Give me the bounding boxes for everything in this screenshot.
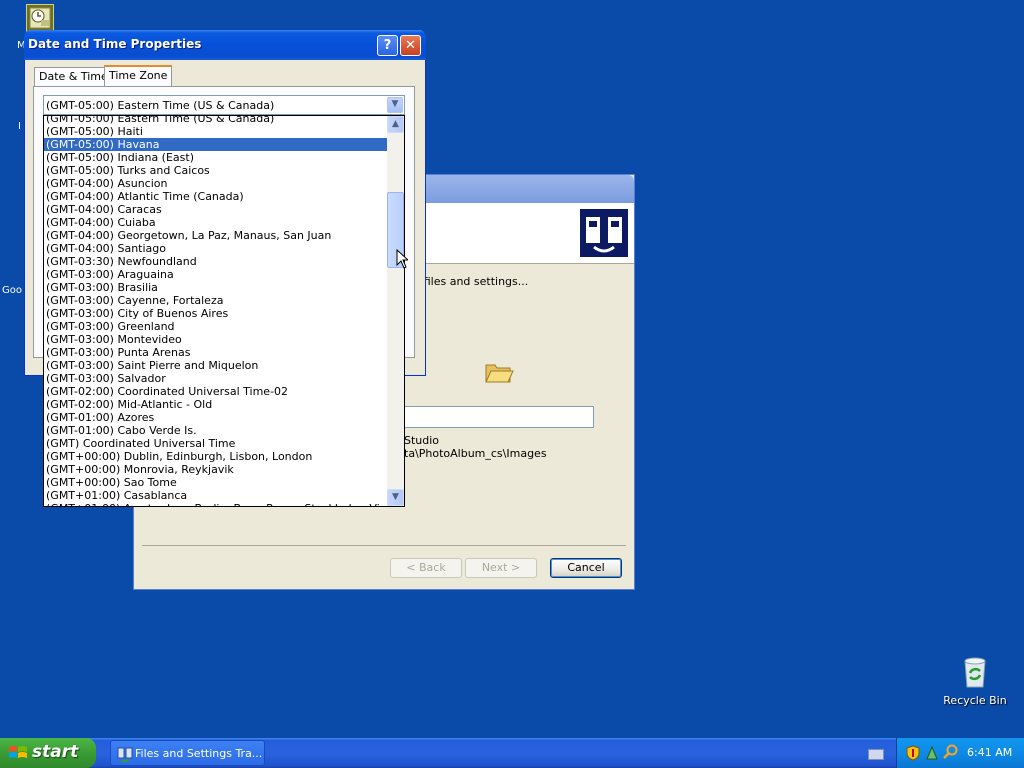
- dropdown-scrollbar[interactable]: ▲ ▼: [387, 116, 404, 506]
- time-zone-option[interactable]: (GMT-04:00) Georgetown, La Paz, Manaus, …: [44, 229, 387, 242]
- chevron-down-icon[interactable]: ▼: [387, 97, 403, 113]
- time-zone-options: (GMT-05:00) Eastern Time (US & Canada) (G…: [44, 116, 387, 506]
- time-zone-option[interactable]: (GMT-04:00) Santiago: [44, 242, 387, 255]
- time-zone-select[interactable]: (GMT-05:00) Eastern Time (US & Canada) ▼: [43, 95, 405, 115]
- keyboard-icon[interactable]: [868, 749, 884, 760]
- wizard-studio-text: Studio: [404, 434, 440, 447]
- time-zone-option[interactable]: (GMT-02:00) Coordinated Universal Time-0…: [44, 385, 387, 398]
- scroll-down-arrow-icon[interactable]: ▼: [387, 489, 404, 506]
- time-zone-option[interactable]: (GMT-03:00) Araguaina: [44, 268, 387, 281]
- wizard-separator: [142, 545, 626, 546]
- time-zone-option[interactable]: (GMT-03:00) Cayenne, Fortaleza: [44, 294, 387, 307]
- close-icon: ✕: [405, 38, 416, 53]
- time-zone-dropdown-list[interactable]: (GMT-05:00) Eastern Time (US & Canada) (G…: [43, 115, 405, 507]
- time-zone-option[interactable]: (GMT+01:00) Casablanca: [44, 489, 387, 502]
- time-zone-option[interactable]: (GMT-03:00) Montevideo: [44, 333, 387, 346]
- desktop-label-clipped: I: [18, 121, 21, 132]
- time-zone-option[interactable]: (GMT-03:00) Punta Arenas: [44, 346, 387, 359]
- help-button[interactable]: ?: [377, 35, 398, 56]
- close-button[interactable]: ✕: [400, 35, 421, 56]
- time-zone-option[interactable]: (GMT-05:00) Eastern Time (US & Canada): [44, 116, 387, 125]
- time-zone-option[interactable]: (GMT-03:00) Brasilia: [44, 281, 387, 294]
- time-zone-option[interactable]: (GMT-04:00) Cuiaba: [44, 216, 387, 229]
- time-zone-option[interactable]: (GMT-04:00) Caracas: [44, 203, 387, 216]
- back-button[interactable]: < Back: [390, 558, 462, 578]
- transfer-wizard-icon: [117, 747, 133, 762]
- folder-open-icon: [484, 359, 514, 388]
- time-zone-option[interactable]: (GMT-03:00) Salvador: [44, 372, 387, 385]
- time-zone-selected-value: (GMT-05:00) Eastern Time (US & Canada): [46, 99, 275, 112]
- time-zone-option[interactable]: (GMT-03:30) Newfoundland: [44, 255, 387, 268]
- mouse-cursor-icon: [396, 248, 410, 272]
- time-zone-option[interactable]: (GMT+00:00) Dublin, Edinburgh, Lisbon, L…: [44, 450, 387, 463]
- time-zone-option[interactable]: (GMT-04:00) Atlantic Time (Canada): [44, 190, 387, 203]
- tab-time-zone[interactable]: Time Zone: [104, 65, 173, 86]
- time-zone-option[interactable]: (GMT+01:00) Amsterdam, Berlin, Bern, Rom…: [44, 502, 387, 506]
- time-zone-option[interactable]: (GMT-03:00) City of Buenos Aires: [44, 307, 387, 320]
- dialog-title: Date and Time Properties: [28, 37, 202, 51]
- taskbar-item-files-settings[interactable]: Files and Settings Tra...: [110, 740, 265, 766]
- time-zone-option[interactable]: (GMT-02:00) Mid-Atlantic - Old: [44, 398, 387, 411]
- recycle-bin-icon: [964, 657, 986, 688]
- taskbar: start Files and Settings Tra... 6:41 AM: [0, 738, 1024, 768]
- recycle-bin-label: Recycle Bin: [943, 694, 1007, 707]
- recycle-bin[interactable]: Recycle Bin: [940, 655, 1010, 707]
- security-shield-icon[interactable]: [906, 745, 920, 761]
- wizard-path-input[interactable]: [402, 406, 594, 428]
- time-zone-option[interactable]: (GMT-03:00) Saint Pierre and Miquelon: [44, 359, 387, 372]
- time-zone-option[interactable]: (GMT-05:00) Turks and Caicos: [44, 164, 387, 177]
- scroll-up-arrow-icon[interactable]: ▲: [387, 116, 404, 133]
- taskbar-item-label: Files and Settings Tra...: [135, 747, 263, 760]
- time-zone-option[interactable]: (GMT-05:00) Havana: [44, 138, 387, 151]
- system-tray: 6:41 AM: [896, 738, 1024, 768]
- next-button[interactable]: Next >: [465, 558, 537, 578]
- time-zone-option[interactable]: (GMT+00:00) Monrovia, Reykjavik: [44, 463, 387, 476]
- clock: 6:41 AM: [967, 746, 1013, 759]
- windows-flag-icon: [9, 746, 27, 758]
- search-icon[interactable]: [943, 744, 959, 760]
- time-zone-option[interactable]: (GMT-04:00) Asuncion: [44, 177, 387, 190]
- desktop-label-clipped: Goo: [2, 285, 22, 296]
- start-button[interactable]: start: [0, 738, 96, 768]
- help-icon: ?: [383, 38, 392, 53]
- time-zone-option[interactable]: (GMT) Coordinated Universal Time: [44, 437, 387, 450]
- time-zone-option[interactable]: (GMT+00:00) Sao Tome: [44, 476, 387, 489]
- time-zone-option[interactable]: (GMT-01:00) Cabo Verde Is.: [44, 424, 387, 437]
- time-zone-option[interactable]: (GMT-05:00) Indiana (East): [44, 151, 387, 164]
- wizard-logo-icon: [580, 209, 628, 257]
- network-icon[interactable]: [925, 745, 939, 761]
- time-zone-option[interactable]: (GMT-01:00) Azores: [44, 411, 387, 424]
- clock-document-icon: [29, 7, 51, 29]
- time-zone-option[interactable]: (GMT-05:00) Haiti: [44, 125, 387, 138]
- tab-date-time[interactable]: Date & Time: [34, 67, 113, 86]
- desktop-shortcut-icon[interactable]: [26, 4, 54, 32]
- start-label: start: [32, 742, 79, 762]
- time-zone-option[interactable]: (GMT-03:00) Greenland: [44, 320, 387, 333]
- wizard-path-text: ta\PhotoAlbum_cs\Images: [404, 447, 547, 460]
- cancel-button[interactable]: Cancel: [550, 558, 622, 578]
- dialog-title-bar[interactable]: Date and Time Properties ? ✕: [24, 30, 426, 60]
